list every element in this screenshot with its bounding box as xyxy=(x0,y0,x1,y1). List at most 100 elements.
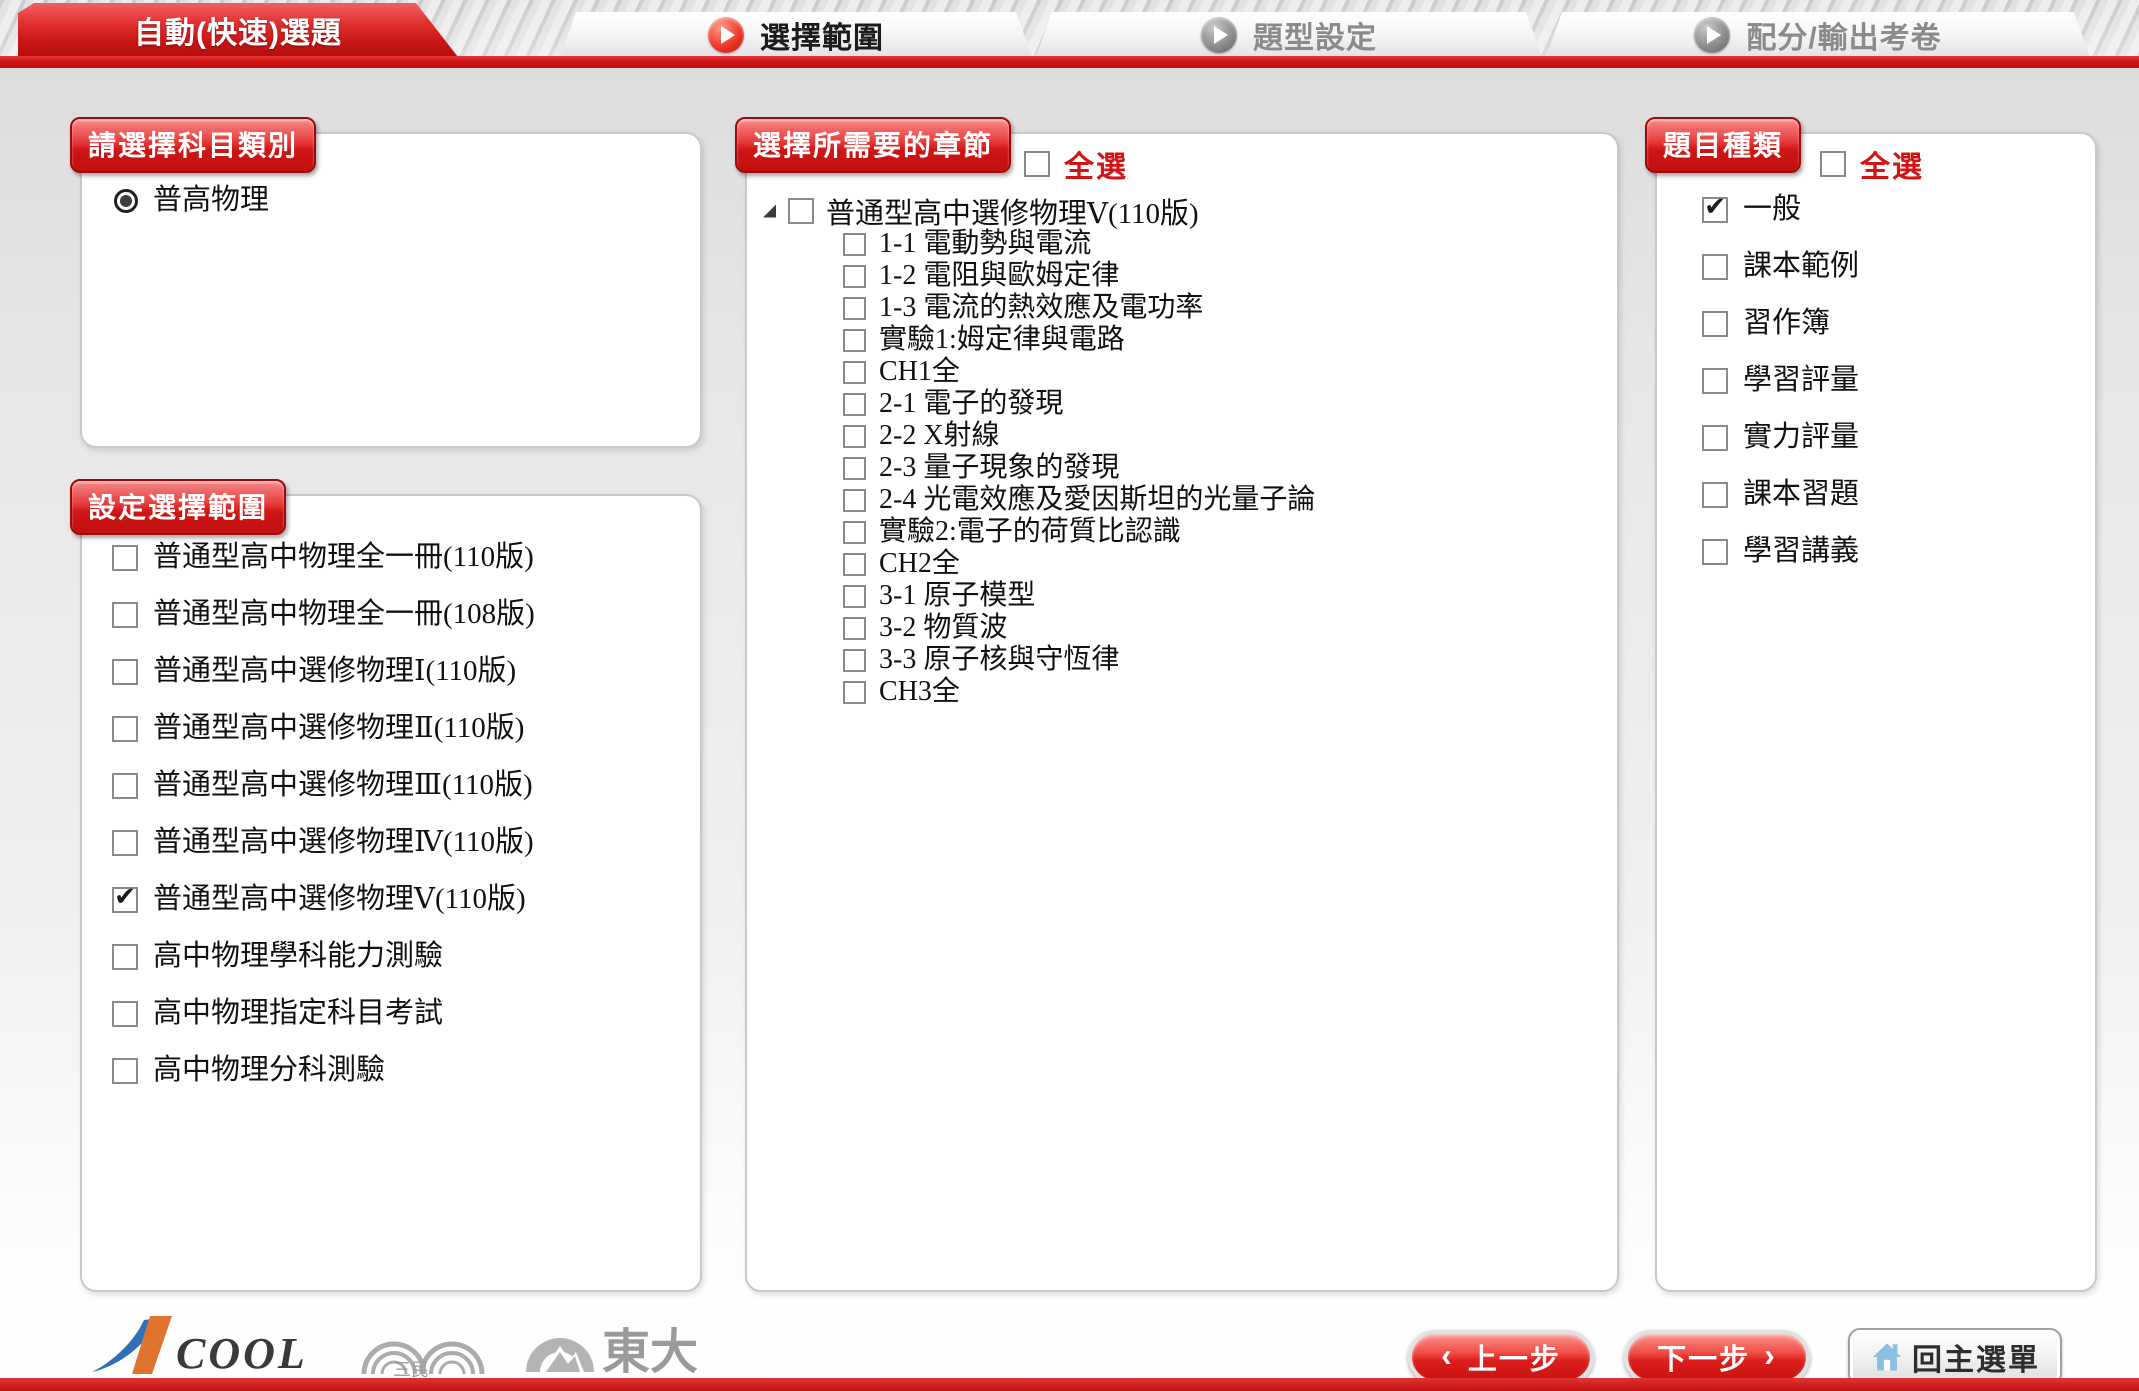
range-item-label: 普通型高中選修物理Ⅱ(110版) xyxy=(153,714,524,743)
checkbox[interactable]: ✔ xyxy=(1702,539,1728,565)
next-step-button[interactable]: 下一步 › xyxy=(1624,1330,1810,1384)
range-item-row[interactable]: ✔ 高中物理學科能力測驗 xyxy=(112,942,443,971)
svg-text:COOL: COOL xyxy=(176,1329,308,1378)
bottom-red-bar xyxy=(0,1378,2139,1391)
range-item-row[interactable]: ✔ 高中物理分科測驗 xyxy=(112,1056,385,1085)
range-item-label: 高中物理分科測驗 xyxy=(153,1056,385,1085)
chapter-row[interactable]: ✔ 1-1 電動勢與電流 xyxy=(843,230,1091,258)
checkbox[interactable]: ✔ xyxy=(1702,482,1728,508)
chapter-row[interactable]: ✔ 3-1 原子模型 xyxy=(843,582,1035,610)
tree-expander-icon[interactable] xyxy=(763,205,776,218)
checkbox[interactable]: ✔ xyxy=(843,233,866,256)
checkbox[interactable]: ✔ xyxy=(112,602,138,628)
range-item-row[interactable]: ✔ 普通型高中選修物理Ⅱ(110版) xyxy=(112,714,524,743)
chapter-select-all[interactable]: ✔ 全選 xyxy=(1024,142,1128,186)
checkbox[interactable]: ✔ xyxy=(112,1001,138,1027)
checkbox[interactable]: ✔ xyxy=(843,553,866,576)
range-item-row[interactable]: ✔ 普通型高中選修物理Ⅰ(110版) xyxy=(112,657,516,686)
checkbox[interactable]: ✔ xyxy=(843,265,866,288)
radio-dot-icon xyxy=(120,195,132,207)
checkbox[interactable]: ✔ xyxy=(112,659,138,685)
checkbox[interactable]: ✔ xyxy=(112,1058,138,1084)
range-item-label: 普通型高中選修物理Ⅴ(110版) xyxy=(153,885,526,914)
checkbox[interactable]: ✔ xyxy=(843,617,866,640)
tab-bar: 自動(快速)選題 選擇範圍 題型設定 配分/輸出考卷 xyxy=(0,0,2139,68)
checkbox[interactable]: ✔ xyxy=(112,944,138,970)
tab-label: 自動(快速)選題 xyxy=(134,8,342,52)
type-item-label: 習作簿 xyxy=(1743,309,1830,338)
type-item-row[interactable]: ✔ 習作簿 xyxy=(1702,309,1830,338)
play-triangle-icon xyxy=(1707,26,1721,44)
type-item-row[interactable]: ✔ 一般 xyxy=(1702,195,1801,224)
chapter-label: 3-1 原子模型 xyxy=(879,582,1035,610)
range-item-row[interactable]: ✔ 普通型高中物理全一冊(110版) xyxy=(112,543,534,572)
play-icon xyxy=(1201,17,1237,53)
checkbox[interactable]: ✔ xyxy=(112,887,138,913)
subject-category-panel: 請選擇科目類別 普高物理 xyxy=(80,132,702,448)
checkbox[interactable]: ✔ xyxy=(843,649,866,672)
tab-auto-quick-select[interactable]: 自動(快速)選題 xyxy=(18,3,458,57)
range-item-row[interactable]: ✔ 普通型高中物理全一冊(108版) xyxy=(112,600,535,629)
type-item-label: 學習講義 xyxy=(1743,537,1859,566)
tab-select-range[interactable]: 選擇範圍 xyxy=(560,12,1032,57)
type-item-row[interactable]: ✔ 學習評量 xyxy=(1702,366,1859,395)
chapter-row[interactable]: ✔ 1-3 電流的熱效應及電功率 xyxy=(843,294,1203,322)
chapter-row[interactable]: ✔ CH3全 xyxy=(843,678,960,706)
checkbox[interactable]: ✔ xyxy=(843,297,866,320)
checkbox[interactable]: ✔ xyxy=(843,585,866,608)
footer-logos: COOL 三民 東大 xyxy=(88,1308,698,1380)
chapter-row[interactable]: ✔ 實驗2:電子的荷質比認識 xyxy=(843,518,1181,546)
checkbox[interactable]: ✔ xyxy=(843,393,866,416)
checkbox[interactable]: ✔ xyxy=(1702,425,1728,451)
play-icon xyxy=(1694,17,1730,53)
chapter-row[interactable]: ✔ CH1全 xyxy=(843,358,960,386)
checkbox[interactable]: ✔ xyxy=(843,361,866,384)
checkbox[interactable]: ✔ xyxy=(1702,311,1728,337)
checkbox[interactable]: ✔ xyxy=(843,681,866,704)
range-item-row[interactable]: ✔ 高中物理指定科目考試 xyxy=(112,999,443,1028)
chapter-tree-root-row[interactable]: ✔ 普通型高中選修物理Ⅴ(110版) xyxy=(763,190,1199,232)
chapter-row[interactable]: ✔ CH2全 xyxy=(843,550,960,578)
chapter-row[interactable]: ✔ 實驗1:姆定律與電路 xyxy=(843,326,1125,354)
checkbox[interactable]: ✔ xyxy=(112,773,138,799)
chapter-row[interactable]: ✔ 1-2 電阻與歐姆定律 xyxy=(843,262,1119,290)
checkbox[interactable]: ✔ xyxy=(1702,254,1728,280)
range-item-row[interactable]: ✔ 普通型高中選修物理Ⅲ(110版) xyxy=(112,771,533,800)
chapter-label: 2-4 光電效應及愛因斯坦的光量子論 xyxy=(879,486,1315,514)
checkbox[interactable]: ✔ xyxy=(843,425,866,448)
tab-score-output-exam[interactable]: 配分/輸出考卷 xyxy=(1546,12,2090,57)
type-item-row[interactable]: ✔ 課本習題 xyxy=(1702,480,1859,509)
checkbox[interactable]: ✔ xyxy=(843,521,866,544)
tab-question-type-setting[interactable]: 題型設定 xyxy=(1036,12,1542,57)
checkbox[interactable]: ✔ xyxy=(1820,151,1846,177)
range-item-row[interactable]: ✔ 普通型高中選修物理Ⅴ(110版) xyxy=(112,885,526,914)
checkbox[interactable]: ✔ xyxy=(112,545,138,571)
chapter-row[interactable]: ✔ 2-4 光電效應及愛因斯坦的光量子論 xyxy=(843,486,1315,514)
checkbox[interactable]: ✔ xyxy=(112,716,138,742)
checkbox[interactable]: ✔ xyxy=(843,489,866,512)
chapter-row[interactable]: ✔ 2-3 量子現象的發現 xyxy=(843,454,1119,482)
checkbox[interactable]: ✔ xyxy=(112,830,138,856)
radio-button[interactable] xyxy=(114,189,138,213)
subject-option-row[interactable]: 普高物理 xyxy=(114,186,269,215)
checkbox[interactable]: ✔ xyxy=(1702,368,1728,394)
type-select-all[interactable]: ✔ 全選 xyxy=(1820,142,1924,186)
range-item-label: 高中物理指定科目考試 xyxy=(153,999,443,1028)
type-item-row[interactable]: ✔ 課本範例 xyxy=(1702,252,1859,281)
chapter-label: 3-3 原子核與守恆律 xyxy=(879,646,1119,674)
chapter-row[interactable]: ✔ 2-2 X射線 xyxy=(843,422,1000,450)
checkbox[interactable]: ✔ xyxy=(1702,197,1728,223)
chapter-row[interactable]: ✔ 3-2 物質波 xyxy=(843,614,1007,642)
checkbox[interactable]: ✔ xyxy=(788,198,814,224)
prev-step-button[interactable]: ‹ 上一步 xyxy=(1408,1330,1594,1384)
type-item-row[interactable]: ✔ 實力評量 xyxy=(1702,423,1859,452)
chapter-label: CH1全 xyxy=(879,358,960,386)
checkbox[interactable]: ✔ xyxy=(1024,151,1050,177)
chapter-row[interactable]: ✔ 2-1 電子的發現 xyxy=(843,390,1063,418)
chapter-label: 2-2 X射線 xyxy=(879,422,1000,450)
chapter-row[interactable]: ✔ 3-3 原子核與守恆律 xyxy=(843,646,1119,674)
type-item-row[interactable]: ✔ 學習講義 xyxy=(1702,537,1859,566)
checkbox[interactable]: ✔ xyxy=(843,457,866,480)
checkbox[interactable]: ✔ xyxy=(843,329,866,352)
range-item-row[interactable]: ✔ 普通型高中選修物理Ⅳ(110版) xyxy=(112,828,534,857)
